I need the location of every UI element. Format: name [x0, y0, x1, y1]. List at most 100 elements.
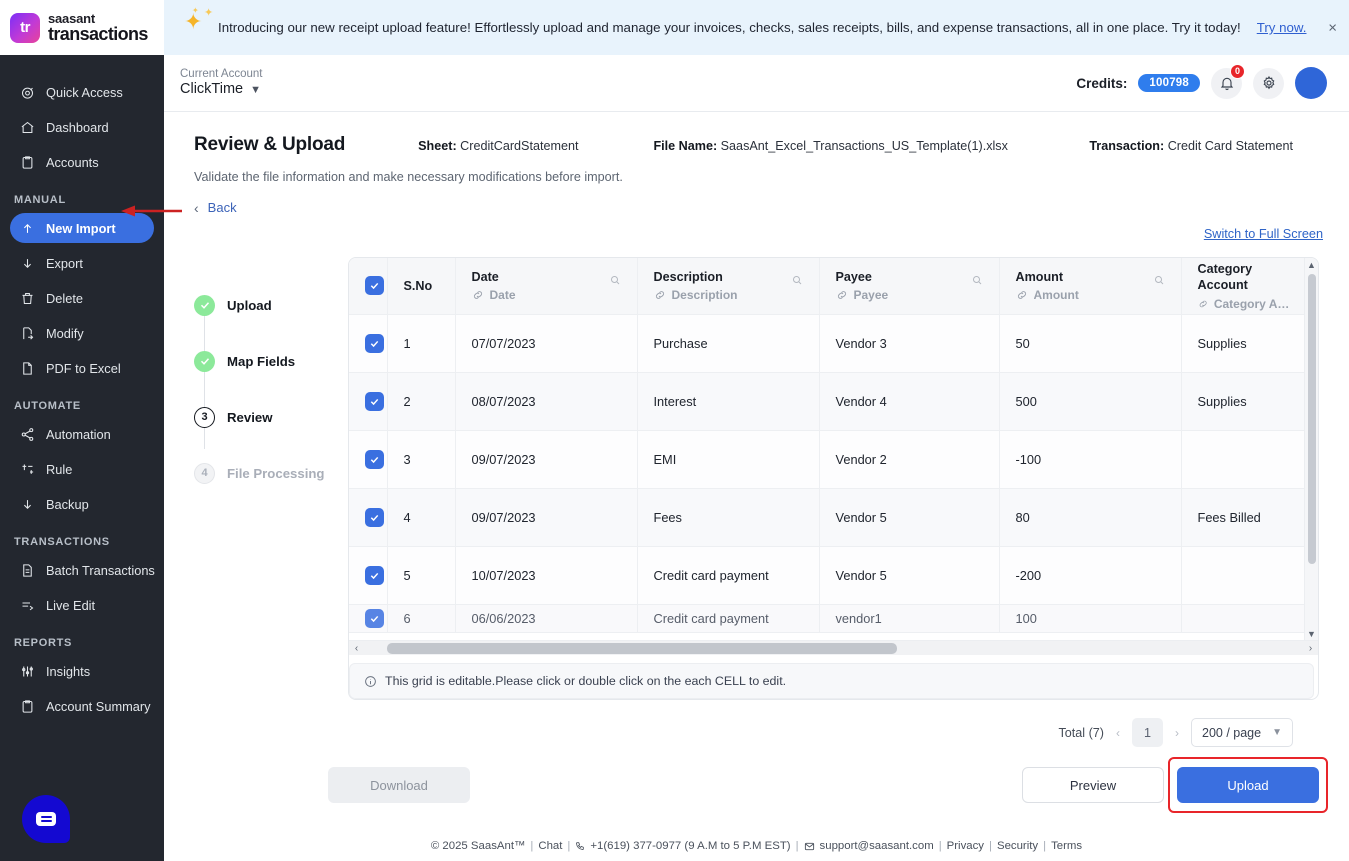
cell-payee[interactable]: vendor1 — [819, 604, 999, 632]
previous-page-button[interactable]: ‹ — [1113, 726, 1123, 740]
vertical-scrollbar[interactable]: ▲ ▼ — [1304, 258, 1318, 641]
cell-amount[interactable]: -100 — [999, 430, 1181, 488]
column-header-amount[interactable]: Amount Amount — [999, 258, 1181, 314]
cell-date[interactable]: 06/06/2023 — [455, 604, 637, 632]
row-checkbox[interactable] — [365, 450, 384, 469]
column-header-category-account[interactable]: Category Account Category Accou — [1181, 258, 1309, 314]
horizontal-scroll-thumb[interactable] — [387, 643, 897, 654]
cell-amount[interactable]: -200 — [999, 546, 1181, 604]
switch-to-full-screen-link[interactable]: Switch to Full Screen — [1204, 227, 1323, 241]
footer-security-link[interactable]: Security — [997, 840, 1038, 852]
scroll-down-icon[interactable]: ▼ — [1305, 627, 1318, 641]
avatar[interactable] — [1295, 67, 1327, 99]
sidebar-item-quick-access[interactable]: Quick Access — [10, 77, 154, 107]
column-header-date[interactable]: Date Date — [455, 258, 637, 314]
column-header-description[interactable]: Description Description — [637, 258, 819, 314]
notifications-button[interactable]: 0 — [1211, 68, 1242, 99]
cell-amount[interactable]: 100 — [999, 604, 1181, 632]
cell-category[interactable] — [1181, 546, 1309, 604]
cell-sno[interactable]: 3 — [387, 430, 455, 488]
scroll-left-icon[interactable]: ‹ — [349, 641, 364, 655]
page-size-select[interactable]: 200 / page ▼ — [1191, 718, 1293, 747]
cell-amount[interactable]: 80 — [999, 488, 1181, 546]
sidebar-item-batch-transactions[interactable]: Batch Transactions — [10, 555, 154, 585]
row-checkbox[interactable] — [365, 566, 384, 585]
banner-try-now-link[interactable]: Try now. — [1257, 20, 1307, 35]
sidebar-item-insights[interactable]: Insights — [10, 656, 154, 686]
download-button[interactable]: Download — [328, 767, 470, 803]
cell-description[interactable]: Credit card payment — [637, 604, 819, 632]
cell-payee[interactable]: Vendor 5 — [819, 546, 999, 604]
step-upload[interactable]: Upload — [194, 277, 348, 333]
cell-amount[interactable]: 50 — [999, 314, 1181, 372]
table-row[interactable]: 3 09/07/2023 EMI Vendor 2 -100 — [349, 430, 1309, 488]
cell-description[interactable]: Purchase — [637, 314, 819, 372]
credits-value-badge[interactable]: 100798 — [1138, 74, 1200, 92]
cell-category[interactable] — [1181, 430, 1309, 488]
cell-description[interactable]: Credit card payment — [637, 546, 819, 604]
sidebar-item-rule[interactable]: Rule — [10, 454, 154, 484]
footer-privacy-link[interactable]: Privacy — [947, 840, 984, 852]
cell-payee[interactable]: Vendor 4 — [819, 372, 999, 430]
sidebar-item-dashboard[interactable]: Dashboard — [10, 112, 154, 142]
cell-sno[interactable]: 2 — [387, 372, 455, 430]
row-checkbox[interactable] — [365, 392, 384, 411]
cell-sno[interactable]: 4 — [387, 488, 455, 546]
cell-date[interactable]: 08/07/2023 — [455, 372, 637, 430]
current-account-name[interactable]: ClickTime ▼ — [180, 81, 262, 98]
row-checkbox[interactable] — [365, 609, 384, 628]
cell-date[interactable]: 09/07/2023 — [455, 430, 637, 488]
sidebar-item-modify[interactable]: Modify — [10, 318, 154, 348]
sidebar-item-export[interactable]: Export — [10, 248, 154, 278]
sidebar-item-backup[interactable]: Backup — [10, 489, 154, 519]
settings-button[interactable] — [1253, 68, 1284, 99]
sidebar-item-delete[interactable]: Delete — [10, 283, 154, 313]
cell-sno[interactable]: 1 — [387, 314, 455, 372]
sidebar-item-new-import[interactable]: New Import — [10, 213, 154, 243]
cell-description[interactable]: Fees — [637, 488, 819, 546]
cell-category[interactable] — [1181, 604, 1309, 632]
back-button[interactable]: ‹ Back — [194, 200, 237, 215]
sidebar-item-live-edit[interactable]: Live Edit — [10, 590, 154, 620]
cell-sno[interactable]: 5 — [387, 546, 455, 604]
cell-payee[interactable]: Vendor 3 — [819, 314, 999, 372]
cell-category[interactable]: Fees Billed — [1181, 488, 1309, 546]
table-row[interactable]: 5 10/07/2023 Credit card payment Vendor … — [349, 546, 1309, 604]
cell-date[interactable]: 10/07/2023 — [455, 546, 637, 604]
column-header-sno[interactable]: S.No — [387, 258, 455, 314]
sidebar-item-accounts[interactable]: Accounts — [10, 147, 154, 177]
footer-email-link[interactable]: support@saasant.com — [820, 840, 934, 852]
search-icon[interactable] — [791, 273, 803, 291]
row-checkbox[interactable] — [365, 334, 384, 353]
table-row[interactable]: 2 08/07/2023 Interest Vendor 4 500 Suppl… — [349, 372, 1309, 430]
search-icon[interactable] — [1153, 273, 1165, 291]
column-header-payee[interactable]: Payee Payee — [819, 258, 999, 314]
cell-date[interactable]: 09/07/2023 — [455, 488, 637, 546]
table-row[interactable]: 6 06/06/2023 Credit card payment vendor1… — [349, 604, 1309, 632]
table-row[interactable]: 1 07/07/2023 Purchase Vendor 3 50 Suppli… — [349, 314, 1309, 372]
select-all-checkbox[interactable] — [365, 276, 384, 295]
search-icon[interactable] — [609, 273, 621, 291]
cell-category[interactable]: Supplies — [1181, 372, 1309, 430]
footer-chat-link[interactable]: Chat — [538, 840, 562, 852]
current-account-selector[interactable]: Current Account ClickTime ▼ — [180, 67, 262, 99]
footer-terms-link[interactable]: Terms — [1051, 840, 1082, 852]
cell-description[interactable]: EMI — [637, 430, 819, 488]
cell-sno[interactable]: 6 — [387, 604, 455, 632]
row-checkbox[interactable] — [365, 508, 384, 527]
sidebar-item-pdf-to-excel[interactable]: PDF to Excel — [10, 353, 154, 383]
app-logo[interactable]: tr saasant transactions — [0, 0, 164, 55]
table-row[interactable]: 4 09/07/2023 Fees Vendor 5 80 Fees Bille… — [349, 488, 1309, 546]
page-number-button[interactable]: 1 — [1132, 718, 1163, 747]
cell-description[interactable]: Interest — [637, 372, 819, 430]
preview-button[interactable]: Preview — [1022, 767, 1164, 803]
upload-button[interactable]: Upload — [1177, 767, 1319, 803]
sidebar-item-account-summary[interactable]: Account Summary — [10, 691, 154, 721]
chat-widget-button[interactable] — [22, 795, 70, 843]
cell-payee[interactable]: Vendor 2 — [819, 430, 999, 488]
cell-date[interactable]: 07/07/2023 — [455, 314, 637, 372]
step-map-fields[interactable]: Map Fields — [194, 333, 348, 389]
scroll-up-icon[interactable]: ▲ — [1305, 258, 1318, 272]
sidebar-item-automation[interactable]: Automation — [10, 419, 154, 449]
close-icon[interactable]: × — [1328, 20, 1337, 35]
